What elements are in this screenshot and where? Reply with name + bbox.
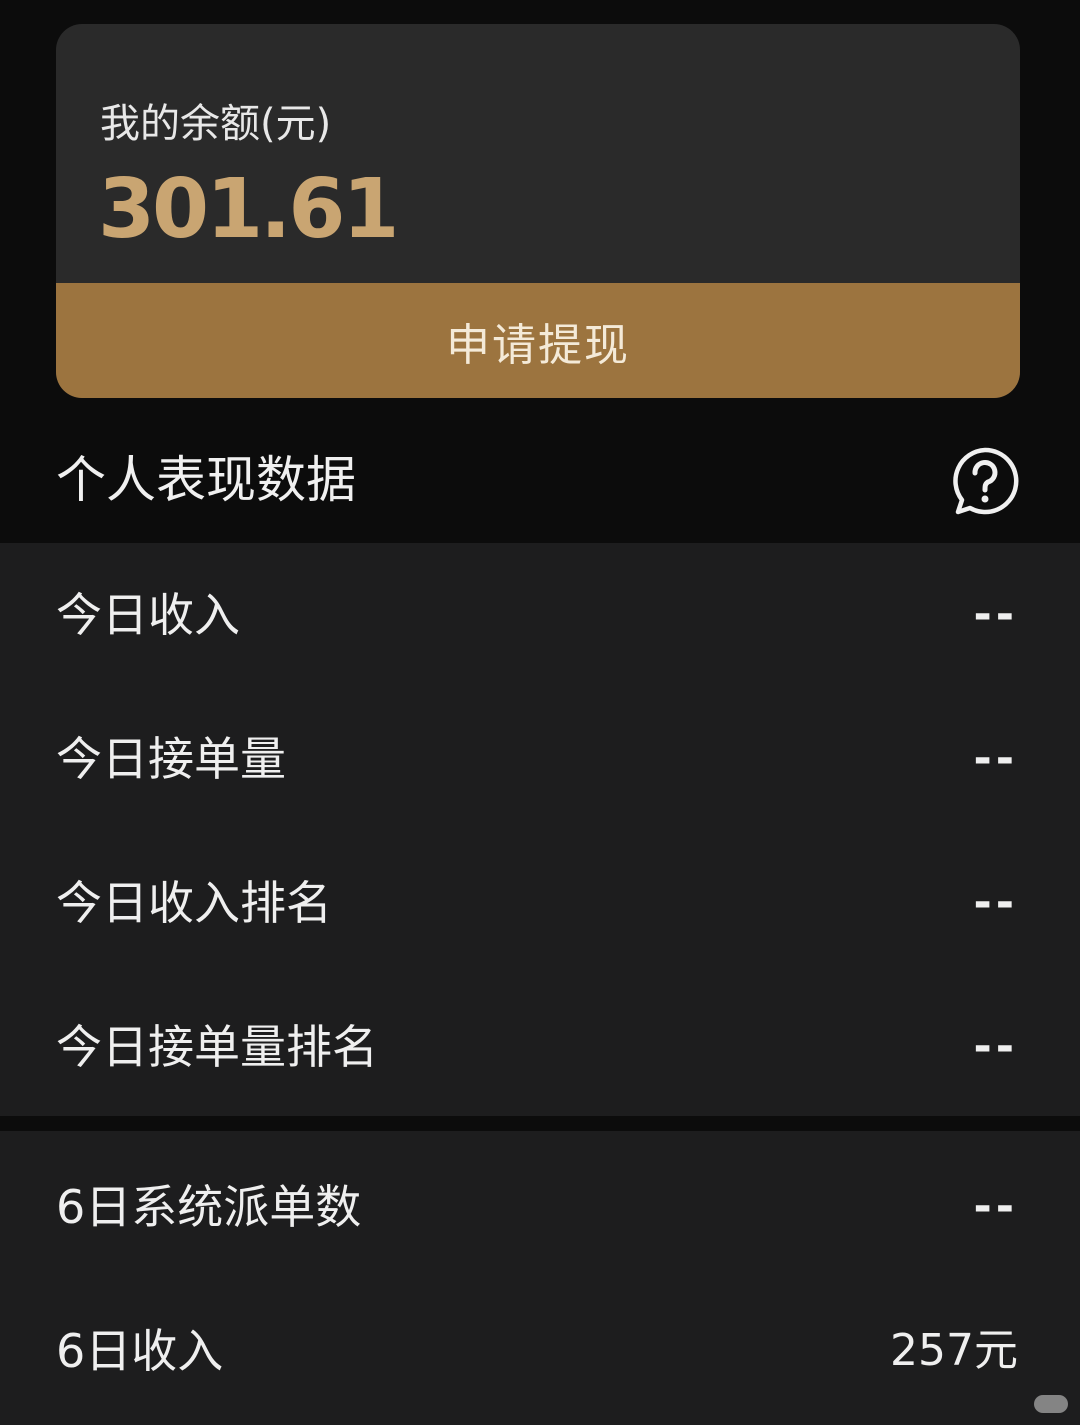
stat-value: --	[973, 877, 1018, 928]
stat-value: --	[973, 1021, 1018, 1072]
today-stats-group: 今日收入 -- 今日接单量 -- 今日收入排名 -- 今日接单量排名 --	[0, 543, 1080, 1116]
stat-label: 今日接单量排名	[56, 1020, 378, 1074]
stat-row-today-income-rank: 今日收入排名 --	[0, 831, 1080, 975]
stat-value: --	[973, 1181, 1018, 1232]
stat-row-today-orders-rank: 今日接单量排名 --	[0, 975, 1080, 1119]
section-header: 个人表现数据	[0, 430, 1080, 530]
balance-card: 我的余额(元) 301.61 申请提现	[56, 24, 1020, 398]
stat-value: --	[973, 589, 1018, 640]
stat-value: --	[973, 733, 1018, 784]
stat-label: 今日接单量	[56, 732, 286, 786]
stat-label: 6日系统派单数	[56, 1180, 362, 1234]
stat-label: 今日收入排名	[56, 876, 332, 930]
stat-row-today-orders: 今日接单量 --	[0, 687, 1080, 831]
stat-label: 6日收入	[56, 1324, 224, 1378]
balance-label: 我的余额(元)	[100, 101, 332, 147]
question-bubble-icon[interactable]	[950, 446, 1020, 516]
section-title: 个人表现数据	[56, 451, 356, 509]
stat-label: 今日收入	[56, 588, 240, 642]
stat-row-day6-dispatched: 6日系统派单数 --	[0, 1135, 1080, 1279]
watermark-logo	[1034, 1395, 1068, 1413]
day6-stats-group: 6日系统派单数 -- 6日收入 257元	[0, 1131, 1080, 1425]
balance-amount: 301.61	[98, 162, 399, 257]
stat-row-day6-income: 6日收入 257元	[0, 1279, 1080, 1423]
stat-value: 257元	[890, 1325, 1018, 1376]
stat-row-today-income: 今日收入 --	[0, 543, 1080, 687]
withdraw-button[interactable]: 申请提现	[56, 283, 1020, 398]
